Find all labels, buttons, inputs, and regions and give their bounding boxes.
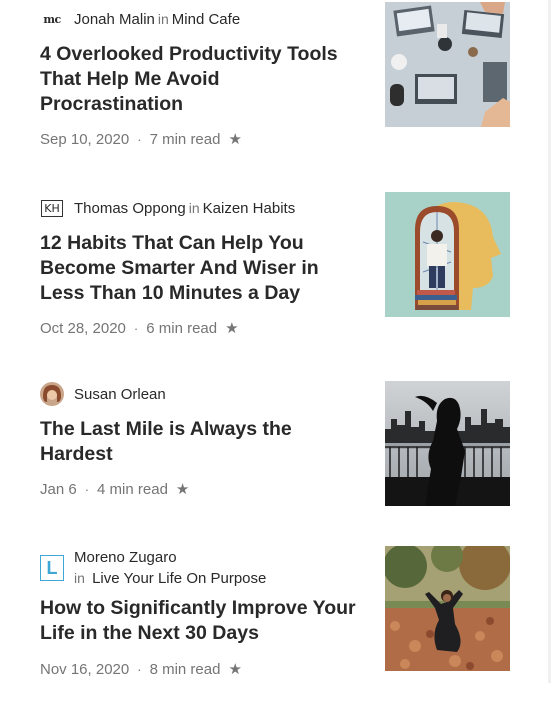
autumn-leaves-thumbnail[interactable] bbox=[385, 546, 510, 671]
article-meta: mc Jonah Malin in Mind Cafe bbox=[40, 9, 240, 29]
article-footer: Jan 6 · 4 min read ★ bbox=[40, 480, 190, 499]
author-name[interactable]: Thomas Oppong bbox=[74, 200, 186, 217]
member-star-icon: ★ bbox=[175, 481, 190, 498]
publish-date: Jan 6 bbox=[40, 480, 77, 498]
mind-cafe-logo-icon: mc bbox=[40, 9, 64, 29]
article-meta: Susan Orlean bbox=[40, 382, 166, 406]
article-card[interactable]: KH Thomas Oppong in Kaizen Habits 12 Hab… bbox=[40, 192, 510, 337]
separator-dot: · bbox=[137, 131, 142, 147]
runner-silhouette-thumbnail[interactable] bbox=[385, 381, 510, 506]
publish-date: Nov 16, 2020 bbox=[40, 660, 130, 678]
separator-dot: · bbox=[133, 320, 139, 336]
member-star-icon: ★ bbox=[225, 320, 239, 337]
read-time: 6 min read bbox=[146, 319, 218, 337]
in-label: in bbox=[157, 11, 169, 27]
article-meta: KH Thomas Oppong in Kaizen Habits bbox=[40, 198, 295, 218]
read-time: 8 min read bbox=[149, 660, 221, 678]
author-publication-block: Moreno Zugaro in Live Your Life On Purpo… bbox=[74, 548, 266, 589]
publication-name[interactable]: Mind Cafe bbox=[172, 11, 240, 28]
author-name[interactable]: Moreno Zugaro bbox=[74, 548, 266, 568]
author-name[interactable]: Susan Orlean bbox=[74, 386, 166, 403]
author-name[interactable]: Jonah Malin bbox=[74, 11, 155, 28]
article-title[interactable]: The Last Mile is Always the Hardest bbox=[40, 417, 360, 467]
read-time: 4 min read bbox=[97, 480, 168, 498]
in-label: in bbox=[74, 570, 85, 586]
logo-text: KH bbox=[41, 199, 63, 217]
article-title[interactable]: 12 Habits That Can Help You Become Smart… bbox=[40, 231, 360, 306]
article-card[interactable]: L Moreno Zugaro in Live Your Life On Pur… bbox=[40, 546, 510, 678]
logo-text: mc bbox=[43, 12, 61, 26]
head-doorway-thumbnail[interactable] bbox=[385, 192, 510, 317]
publication-name[interactable]: Kaizen Habits bbox=[203, 200, 296, 217]
article-meta: L Moreno Zugaro in Live Your Life On Pur… bbox=[40, 548, 266, 588]
in-label: in bbox=[188, 200, 200, 216]
kaizen-habits-logo-icon: KH bbox=[40, 198, 64, 218]
live-your-life-logo-icon: L bbox=[40, 548, 64, 588]
publish-date: Oct 28, 2020 bbox=[40, 319, 126, 337]
separator-dot: · bbox=[84, 481, 90, 497]
publication-name[interactable]: Live Your Life On Purpose bbox=[92, 570, 266, 587]
article-footer: Oct 28, 2020 · 6 min read ★ bbox=[40, 319, 239, 338]
desk-laptops-thumbnail[interactable] bbox=[385, 2, 510, 127]
article-title[interactable]: 4 Overlooked Productivity Tools That Hel… bbox=[40, 42, 360, 117]
separator-dot: · bbox=[137, 661, 142, 677]
read-time: 7 min read bbox=[149, 130, 221, 148]
article-footer: Sep 10, 2020 · 7 min read ★ bbox=[40, 130, 242, 149]
member-star-icon: ★ bbox=[228, 661, 242, 678]
logo-text: L bbox=[40, 555, 64, 581]
publish-date: Sep 10, 2020 bbox=[40, 130, 130, 148]
article-card[interactable]: Susan Orlean The Last Mile is Always the… bbox=[40, 381, 510, 507]
article-title[interactable]: How to Significantly Improve Your Life i… bbox=[40, 596, 370, 646]
author-avatar-icon bbox=[40, 382, 64, 406]
article-footer: Nov 16, 2020 · 8 min read ★ bbox=[40, 660, 242, 679]
article-card[interactable]: mc Jonah Malin in Mind Cafe 4 Overlooked… bbox=[40, 2, 510, 148]
member-star-icon: ★ bbox=[228, 131, 242, 148]
